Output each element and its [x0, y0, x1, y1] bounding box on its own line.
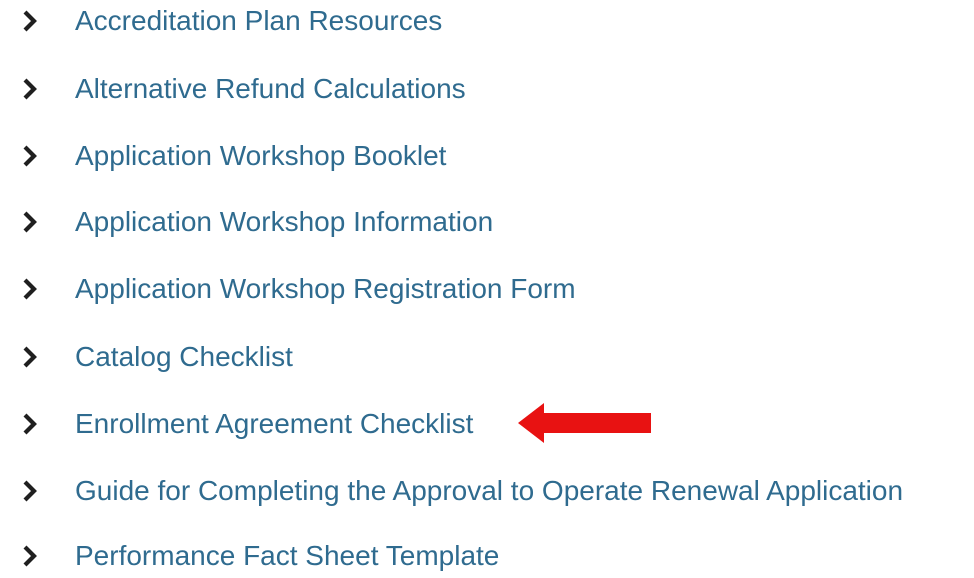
list-item: Application Workshop Information — [0, 200, 974, 244]
resource-link-list: Accreditation Plan Resources Alternative… — [0, 0, 974, 571]
link-application-workshop-information[interactable]: Application Workshop Information — [75, 205, 493, 239]
chevron-right-icon — [22, 544, 38, 568]
link-alternative-refund-calculations[interactable]: Alternative Refund Calculations — [75, 72, 466, 106]
list-item: Catalog Checklist — [0, 335, 974, 379]
chevron-right-icon — [22, 9, 38, 33]
chevron-right-icon — [22, 210, 38, 234]
list-item: Enrollment Agreement Checklist — [0, 402, 974, 446]
list-item: Application Workshop Registration Form — [0, 267, 974, 311]
list-item: Accreditation Plan Resources — [0, 0, 974, 43]
link-accreditation-plan-resources[interactable]: Accreditation Plan Resources — [75, 4, 442, 38]
chevron-right-icon — [22, 277, 38, 301]
link-performance-fact-sheet-template[interactable]: Performance Fact Sheet Template — [75, 539, 499, 573]
link-guide-approval-to-operate-renewal[interactable]: Guide for Completing the Approval to Ope… — [75, 474, 903, 508]
link-catalog-checklist[interactable]: Catalog Checklist — [75, 340, 293, 374]
list-item: Alternative Refund Calculations — [0, 67, 974, 111]
red-arrow-left-icon — [514, 400, 654, 446]
link-application-workshop-registration-form[interactable]: Application Workshop Registration Form — [75, 272, 576, 306]
chevron-right-icon — [22, 144, 38, 168]
chevron-right-icon — [22, 345, 38, 369]
chevron-right-icon — [22, 479, 38, 503]
list-item: Guide for Completing the Approval to Ope… — [0, 469, 974, 513]
link-enrollment-agreement-checklist[interactable]: Enrollment Agreement Checklist — [75, 407, 473, 441]
link-application-workshop-booklet[interactable]: Application Workshop Booklet — [75, 139, 446, 173]
list-item: Performance Fact Sheet Template — [0, 534, 974, 578]
list-item: Application Workshop Booklet — [0, 134, 974, 178]
chevron-right-icon — [22, 77, 38, 101]
chevron-right-icon — [22, 412, 38, 436]
